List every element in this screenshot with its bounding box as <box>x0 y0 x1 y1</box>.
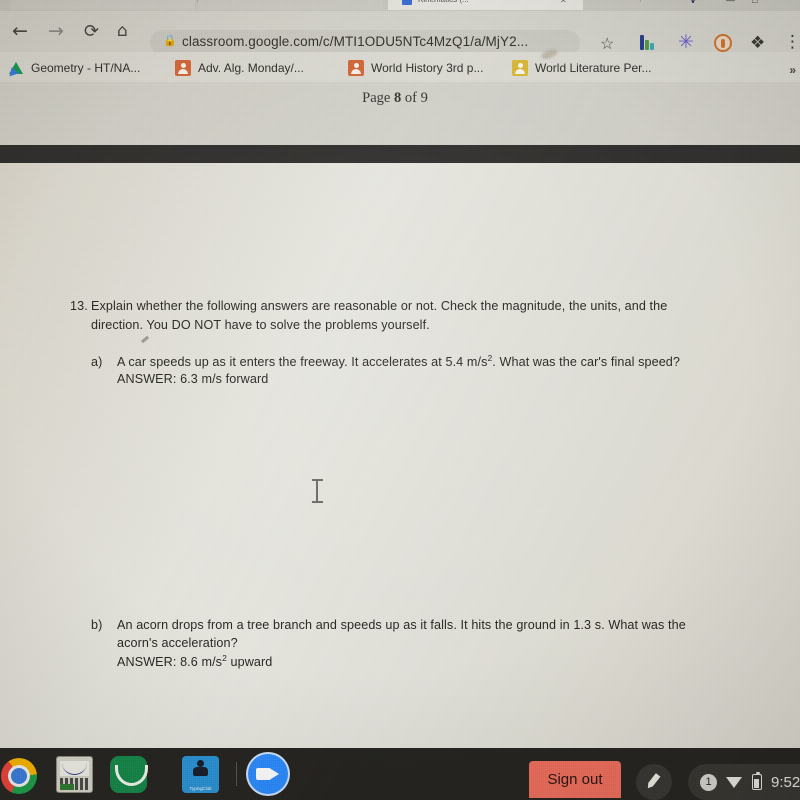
part-b-prompt-line-2: acorn's acceleration? <box>117 636 238 650</box>
bookmarks-bar: Geometry - HT/NA... Adv. Alg. Monday/...… <box>0 52 800 82</box>
google-classroom-icon <box>175 59 191 76</box>
question-number: 13. <box>70 299 88 313</box>
part-b-answer: ANSWER: 8.6 m/s2 upward <box>117 653 272 672</box>
desmos-app-icon[interactable] <box>110 756 148 793</box>
page-indicator: Page 8 of 9 <box>0 90 790 107</box>
tab-favicon-icon <box>402 0 412 5</box>
calculator-keys-row2 <box>60 784 74 790</box>
bookmark-world-history[interactable]: World History 3rd p... <box>348 58 483 77</box>
browser-tab-2[interactable] <box>198 0 383 10</box>
bookmark-adv-alg[interactable]: Adv. Alg. Monday/... <box>175 58 304 77</box>
document-viewer: Page 8 of 9 13. Explain whether the foll… <box>0 82 800 748</box>
window-minimize-button[interactable]: — <box>726 0 735 5</box>
tab-close-icon[interactable]: ✕ <box>560 0 567 5</box>
part-a-answer: ANSWER: 6.3 m/s forward <box>117 372 269 386</box>
part-a-label: a) <box>91 355 103 369</box>
url-text: classroom.google.com/c/MTI1ODU5NTc4MzQ1/… <box>182 34 529 49</box>
wifi-icon <box>726 776 743 789</box>
document-page: 13. Explain whether the following answer… <box>0 163 800 748</box>
viewer-header-strip: Page 8 of 9 <box>0 82 800 145</box>
bookmark-label: World Literature Per... <box>535 60 652 75</box>
bookmark-label: Adv. Alg. Monday/... <box>198 60 304 75</box>
bookmark-world-literature[interactable]: World Literature Per... <box>512 58 652 77</box>
typingclub-app-icon[interactable]: TypingClub <box>182 756 219 793</box>
bookmark-star-icon[interactable]: ☆ <box>600 34 614 54</box>
typingclub-caption: TypingClub <box>189 786 212 791</box>
system-status-tray[interactable]: 1 9:52 <box>688 764 800 800</box>
orange-circle-extension-icon[interactable] <box>714 34 732 52</box>
window-maximize-button[interactable]: □ <box>752 0 757 5</box>
reload-icon[interactable]: ⟳ <box>84 22 99 41</box>
clock-text: 9:52 <box>771 773 800 791</box>
zoom-app-icon[interactable] <box>248 754 288 794</box>
browser-tab-strip: Kinematics (... ✕ V — □ <box>0 0 800 11</box>
part-b-answer-pre: ANSWER: 8.6 m/s <box>117 655 223 669</box>
part-a-prompt-pre: A car speeds up as it enters the freeway… <box>117 355 488 369</box>
page-indicator-mid: of <box>401 90 421 106</box>
stylus-pen-icon[interactable] <box>636 764 672 800</box>
question-text-line-2: direction. You DO NOT have to solve the … <box>91 318 430 332</box>
google-classroom-icon <box>348 59 364 76</box>
battery-icon <box>752 771 762 790</box>
bookmark-label: World History 3rd p... <box>371 60 484 75</box>
chromebook-screen-photo: Kinematics (... ✕ V — □ ← → ⟳ ⌂ 🔒 classr… <box>0 0 800 800</box>
part-a-prompt: A car speeds up as it enters the freeway… <box>117 353 680 372</box>
tab-title: Kinematics (... <box>418 0 469 4</box>
profile-avatar[interactable]: V <box>690 0 696 5</box>
lock-icon: 🔒 <box>163 35 177 47</box>
page-indicator-prefix: Page <box>362 90 394 106</box>
google-drive-icon <box>8 60 24 76</box>
question-text-line-1: Explain whether the following answers ar… <box>91 299 668 313</box>
notification-count-badge: 1 <box>700 773 717 791</box>
page-total: 9 <box>420 90 428 106</box>
shelf-divider <box>236 762 237 786</box>
zoom-camera-lens <box>271 769 279 779</box>
part-b-prompt-line-1: An acorn drops from a tree branch and sp… <box>117 618 686 632</box>
home-icon[interactable]: ⌂ <box>117 22 128 41</box>
page-separator-bar <box>0 145 800 165</box>
browser-toolbar: ← → ⟳ ⌂ 🔒 classroom.google.com/c/MTI1ODU… <box>0 11 800 55</box>
text-cursor-icon <box>312 479 323 505</box>
back-icon[interactable]: ← <box>12 22 28 41</box>
asterisk-extension-icon[interactable]: ✳ <box>678 33 694 52</box>
bookmark-geometry[interactable]: Geometry - HT/NA... <box>8 58 140 77</box>
puzzle-extensions-icon[interactable]: ❖ <box>750 33 765 53</box>
bookmark-label: Geometry - HT/NA... <box>31 60 141 75</box>
chrome-menu-icon[interactable]: ⋮ <box>784 32 800 52</box>
graphing-calculator-app-icon[interactable] <box>56 756 93 793</box>
zoom-camera-body <box>256 768 271 780</box>
color-bars-extension-icon[interactable] <box>640 35 657 50</box>
typingclub-figure <box>193 760 208 776</box>
part-b-label: b) <box>91 618 103 632</box>
google-classroom-icon <box>512 59 528 76</box>
forward-icon[interactable]: → <box>48 22 64 41</box>
stray-pencil-mark <box>140 335 150 344</box>
chromeos-shelf: TypingClub <box>0 748 800 800</box>
part-a-prompt-post: . What was the car's final speed? <box>492 355 681 369</box>
sign-out-button[interactable]: Sign out <box>529 761 621 798</box>
tab-divider <box>640 0 641 2</box>
part-b-answer-post: upward <box>226 655 273 669</box>
bookmarks-overflow-icon[interactable]: » <box>789 63 796 77</box>
chrome-app-icon[interactable] <box>1 758 37 794</box>
tab-divider <box>197 0 198 2</box>
browser-tab-1[interactable] <box>10 0 195 10</box>
